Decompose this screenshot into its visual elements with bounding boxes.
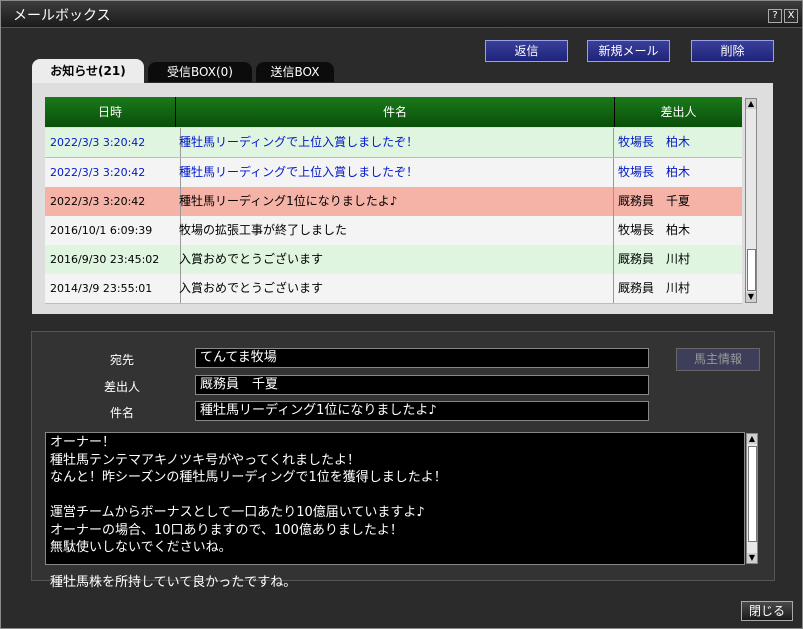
row-sender: 厩務員 千夏 — [618, 194, 691, 208]
to-label: 宛先 — [109, 353, 134, 367]
title-bar: メールボックス ? X — [1, 1, 802, 28]
row-sender: 厩務員 川村 — [618, 252, 691, 266]
owner-info-button[interactable]: 馬主情報 — [676, 348, 760, 371]
close-button[interactable]: 閉じる — [741, 601, 793, 621]
delete-button[interactable]: 削除 — [691, 40, 774, 62]
row-date: 2022/3/3 3:20:42 — [45, 158, 181, 187]
table-header: 日時 件名 差出人 — [45, 97, 742, 127]
row-subject: 入賞おめでとうございます — [176, 245, 614, 274]
table-row[interactable]: 2016/9/30 23:45:02 入賞おめでとうございます 厩務員 川村 — [45, 245, 742, 275]
scroll-down-arrow-icon[interactable]: ▼ — [747, 553, 757, 563]
tab-outbox[interactable]: 送信BOX — [256, 62, 334, 82]
scroll-thumb[interactable] — [748, 446, 757, 542]
mail-body-scrollbar[interactable]: ▲ ▼ — [746, 433, 758, 564]
row-date: 2016/9/30 23:45:02 — [45, 245, 181, 274]
row-sender: 牧場長 柏木 — [618, 135, 691, 149]
tab-notices[interactable]: お知らせ(21) — [32, 59, 144, 83]
table-row[interactable]: 2022/3/3 3:20:42 種牡馬リーディングで上位入賞しましたぞ！ 牧場… — [45, 158, 742, 188]
window-title: メールボックス — [13, 8, 111, 24]
mail-body-text: オーナー！ 種牡馬テンテマアキノツキ号がやってくれましたよ！ なんと！昨シーズン… — [50, 435, 447, 590]
row-date: 2016/10/1 6:09:39 — [45, 216, 181, 245]
row-date: 2022/3/3 3:20:42 — [45, 187, 181, 216]
row-date: 2014/3/9 23:55:01 — [45, 274, 181, 303]
column-header-sender[interactable]: 差出人 — [615, 97, 742, 127]
new-mail-button[interactable]: 新規メール — [587, 40, 670, 62]
column-header-subject[interactable]: 件名 — [176, 97, 615, 127]
to-field: てんてま牧場 — [195, 348, 649, 368]
row-date: 2022/3/3 3:20:42 — [45, 128, 181, 157]
from-field: 厩務員 千夏 — [195, 375, 649, 395]
mail-list-scrollbar[interactable]: ▲ ▼ — [745, 98, 757, 303]
table-row[interactable]: 2014/3/9 23:55:01 入賞おめでとうございます 厩務員 川村 — [45, 274, 742, 304]
scroll-up-arrow-icon[interactable]: ▲ — [747, 434, 757, 444]
scroll-up-arrow-icon[interactable]: ▲ — [746, 99, 756, 109]
from-label: 差出人 — [103, 380, 140, 394]
tab-inbox[interactable]: 受信BOX(0) — [148, 62, 252, 82]
help-button[interactable]: ? — [768, 9, 782, 23]
row-subject: 牧場の拡張工事が終了しました — [176, 216, 614, 245]
row-sender: 牧場長 柏木 — [618, 165, 691, 179]
row-sender: 牧場長 柏木 — [618, 223, 691, 237]
column-header-date[interactable]: 日時 — [45, 97, 176, 127]
row-subject: 入賞おめでとうございます — [176, 274, 614, 303]
mail-body: オーナー！ 種牡馬テンテマアキノツキ号がやってくれましたよ！ なんと！昨シーズン… — [45, 432, 745, 590]
subject-label: 件名 — [109, 406, 134, 420]
row-sender: 厩務員 川村 — [618, 281, 691, 295]
window-close-button[interactable]: X — [784, 9, 798, 23]
table-row[interactable]: 2016/10/1 6:09:39 牧場の拡張工事が終了しました 牧場長 柏木 — [45, 216, 742, 246]
subject-field: 種牡馬リーディング1位になりましたよ♪ — [195, 401, 649, 421]
table-row[interactable]: 2022/3/3 3:20:42 種牡馬リーディングで上位入賞しましたぞ！ 牧場… — [45, 128, 742, 158]
row-subject: 種牡馬リーディング1位になりましたよ♪ — [176, 187, 614, 216]
row-subject: 種牡馬リーディングで上位入賞しましたぞ！ — [176, 128, 614, 157]
row-subject: 種牡馬リーディングで上位入賞しましたぞ！ — [176, 158, 614, 187]
scroll-thumb[interactable] — [747, 249, 756, 291]
table-row-selected[interactable]: 2022/3/3 3:20:42 種牡馬リーディング1位になりましたよ♪ 厩務員… — [45, 187, 742, 217]
scroll-down-arrow-icon[interactable]: ▼ — [746, 292, 756, 302]
reply-button[interactable]: 返信 — [485, 40, 568, 62]
